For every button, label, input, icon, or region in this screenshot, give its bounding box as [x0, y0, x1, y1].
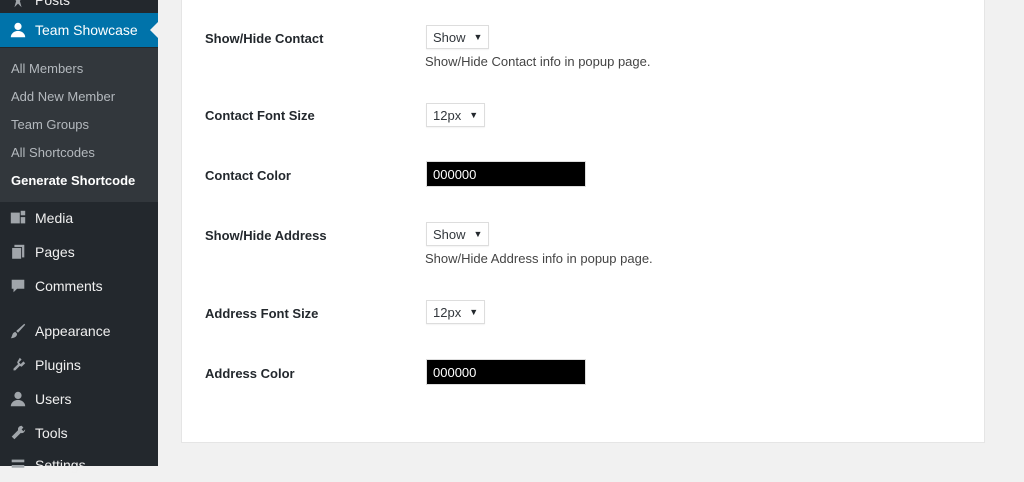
- submenu-item-all-members[interactable]: All Members: [11, 61, 83, 76]
- settings-icon: [8, 448, 28, 482]
- wrench-icon: [8, 416, 28, 450]
- select-value: 12px: [433, 107, 462, 123]
- chevron-down-icon: ▼: [473, 32, 483, 42]
- select-value: 12px: [433, 304, 462, 320]
- sidebar-item-label: Plugins: [35, 357, 81, 373]
- pages-icon: [8, 235, 28, 269]
- show-hide-contact-label: Show/Hide Contact: [205, 31, 324, 46]
- admin-sidebar: Posts Team Showcase All Members Add New …: [0, 0, 158, 473]
- submenu-item-generate-shortcode[interactable]: Generate Shortcode: [11, 173, 135, 188]
- address-color-input[interactable]: 000000: [426, 359, 586, 385]
- show-hide-contact-select[interactable]: Show ▼: [426, 25, 490, 49]
- sidebar-item-team-showcase[interactable]: Team Showcase: [0, 13, 158, 47]
- sidebar-item-label: Appearance: [35, 323, 111, 339]
- sidebar-item-label: Comments: [35, 278, 103, 294]
- select-value: Show: [433, 29, 466, 45]
- plugin-icon: [8, 348, 28, 382]
- sidebar-item-label: Team Showcase: [35, 22, 138, 38]
- sidebar-item-label: Users: [35, 391, 72, 407]
- show-hide-contact-help: Show/Hide Contact info in popup page.: [425, 54, 651, 69]
- user-icon: [8, 13, 28, 47]
- sidebar-item-label: Media: [35, 210, 74, 226]
- sidebar-item-label: Settings: [35, 457, 86, 473]
- sidebar-item-label: Posts: [35, 0, 71, 8]
- sidebar-item-label: Pages: [35, 244, 75, 260]
- contact-font-size-label: Contact Font Size: [205, 108, 315, 123]
- show-hide-address-label: Show/Hide Address: [205, 228, 327, 243]
- contact-color-input[interactable]: 000000: [426, 161, 586, 187]
- submenu-item-team-groups[interactable]: Team Groups: [11, 117, 89, 132]
- media-icon: [8, 201, 28, 235]
- sidebar-item-appearance[interactable]: Appearance: [0, 314, 158, 348]
- address-font-size-select[interactable]: 12px ▼: [426, 300, 486, 324]
- select-value: Show: [433, 226, 466, 242]
- sidebar-item-media[interactable]: Media: [0, 201, 158, 235]
- team-showcase-submenu: All Members Add New Member Team Groups A…: [0, 48, 158, 202]
- brush-icon: [8, 314, 28, 348]
- users-icon: [8, 382, 28, 416]
- address-font-size-label: Address Font Size: [205, 306, 319, 321]
- contact-color-label: Contact Color: [205, 168, 291, 183]
- sidebar-item-pages[interactable]: Pages: [0, 235, 158, 269]
- chevron-down-icon: ▼: [469, 110, 479, 120]
- sidebar-item-plugins[interactable]: Plugins: [0, 348, 158, 382]
- show-hide-address-select[interactable]: Show ▼: [426, 222, 490, 246]
- comment-icon: [8, 269, 28, 303]
- show-hide-address-help: Show/Hide Address info in popup page.: [425, 251, 653, 266]
- sidebar-item-users[interactable]: Users: [0, 382, 158, 416]
- submenu-item-all-shortcodes[interactable]: All Shortcodes: [11, 145, 95, 160]
- chevron-down-icon: ▼: [469, 307, 479, 317]
- chevron-down-icon: ▼: [473, 229, 483, 239]
- submenu-item-add-new-member[interactable]: Add New Member: [11, 89, 115, 104]
- address-color-label: Address Color: [205, 366, 295, 381]
- sidebar-item-settings[interactable]: Settings: [0, 448, 158, 482]
- sidebar-item-label: Tools: [35, 425, 68, 441]
- sidebar-item-comments[interactable]: Comments: [0, 269, 158, 303]
- sidebar-item-tools[interactable]: Tools: [0, 416, 158, 450]
- contact-font-size-select[interactable]: 12px ▼: [426, 103, 486, 127]
